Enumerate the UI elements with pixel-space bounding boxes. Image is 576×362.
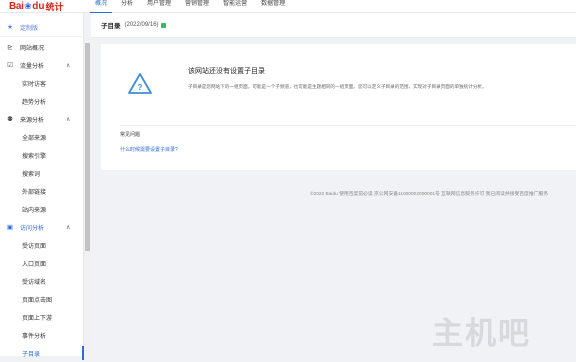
sidebar-item-label: 外部链接	[22, 189, 47, 196]
sidebar-item-label: 定制版	[20, 25, 39, 32]
sidebar-item-label: 网站概况	[20, 45, 45, 52]
sidebar-item-label: 趋势分析	[22, 99, 47, 106]
sidebar-item-entry-pages[interactable]: 入口页面	[0, 254, 84, 272]
sidebar-item-label: 受访域名	[22, 279, 47, 286]
sidebar-item-all-sources[interactable]: 全部来源	[0, 128, 84, 146]
sidebar-item-trend-analysis[interactable]: 趋势分析	[0, 92, 84, 110]
sidebar-item-label: 受访页面	[22, 243, 47, 250]
status-indicator	[160, 22, 166, 28]
sidebar-item-visited-pages[interactable]: 受访页面	[0, 236, 84, 254]
sidebar-divider	[0, 36, 84, 37]
sidebar-item-internal-sources[interactable]: 站内来源	[0, 200, 84, 218]
sidebar-item-external-links[interactable]: 外部链接	[0, 182, 84, 200]
page-title: 子目录	[101, 23, 121, 30]
traffic-icon: ☑	[7, 62, 13, 69]
logo-product-name: 统计	[45, 2, 64, 12]
sidebar-item-label: 实时访客	[22, 81, 47, 88]
sidebar-item-custom[interactable]: ★ 定制版	[0, 18, 84, 36]
sidebar-item-label: 页面上下游	[22, 315, 53, 322]
content-card: ? 该网站还没有设置子目录 子目录是您网站下的一组页面，可能是一个子频道，也可能…	[101, 44, 576, 170]
sidebar-group-source[interactable]: ⚉ 来源分析 ∧	[0, 110, 84, 128]
sidebar-item-visited-domains[interactable]: 受访域名	[0, 272, 84, 290]
sidebar-group-label: 访问分析	[20, 225, 45, 232]
svg-text:?: ?	[138, 83, 143, 92]
sidebar-item-event-analysis[interactable]: 事件分析	[0, 326, 84, 344]
top-bar: Bai ❀ du 统计 概况 分析 用户管理 营销管理 智能运营 数据管理	[0, 0, 576, 13]
sidebar-group-visit[interactable]: ▣ 访问分析 ∧	[0, 218, 84, 236]
sidebar-item-site-overview[interactable]: ⊵ 网站概况	[0, 38, 84, 56]
sidebar-group-traffic[interactable]: ☑ 流量分析 ∧	[0, 56, 84, 74]
nav-smart-operations[interactable]: 智能运营	[216, 0, 254, 13]
sidebar-item-subdirectory[interactable]: 子目录	[0, 344, 84, 362]
divider	[120, 125, 576, 126]
sidebar: ★ 定制版 ⊵ 网站概况 ☑ 流量分析 ∧ 实时访客 趋势分析 ⚉ 来源分析 ∧…	[0, 13, 84, 360]
visit-analysis-icon: ▣	[6, 224, 14, 231]
empty-state-description: 子目录是您网站下的一组页面，可能是一个子频道，也可能是主题相同的一组页面。您可以…	[188, 84, 487, 89]
sidebar-item-label: 页面点击图	[22, 297, 53, 304]
warning-triangle-icon: ?	[128, 73, 152, 94]
sidebar-item-search-engines[interactable]: 搜索引擎	[0, 146, 84, 164]
footer: ©2022 Baidu 使用百度前必读 京公网安备11000002000001号…	[310, 192, 549, 197]
baidu-tongji-logo[interactable]: Bai ❀ du 统计	[9, 0, 63, 13]
sidebar-item-label: 搜索引擎	[22, 153, 47, 160]
scrollbar-thumb[interactable]	[85, 43, 90, 251]
sidebar-item-search-terms[interactable]: 搜索词	[0, 164, 84, 182]
sidebar-group-label: 流量分析	[20, 63, 45, 70]
sidebar-scrollbar[interactable]	[84, 43, 91, 356]
sidebar-item-label: 站内来源	[22, 207, 47, 214]
sidebar-item-label: 事件分析	[22, 333, 47, 340]
sidebar-item-label: 子目录	[22, 351, 41, 358]
nav-data-management[interactable]: 数据管理	[254, 0, 292, 13]
source-icon: ⚉	[7, 116, 13, 123]
sidebar-item-page-click-map[interactable]: 页面点击图	[0, 290, 84, 308]
sidebar-item-realtime-visitors[interactable]: 实时访客	[0, 74, 84, 92]
faq-title: 常见问题	[120, 132, 141, 138]
top-navigation: 概况 分析 用户管理 营销管理 智能运营 数据管理	[88, 0, 292, 13]
watermark: 主机吧	[432, 316, 531, 352]
sidebar-item-label: 入口页面	[22, 261, 47, 268]
chevron-up-icon: ∧	[66, 116, 71, 123]
logo-text-du: du	[32, 1, 45, 12]
chart-icon: ⊵	[7, 44, 13, 51]
faq-link[interactable]: 什么时候需要设置子目录?	[120, 146, 178, 153]
chevron-up-icon: ∧	[66, 62, 71, 69]
logo-text-bai: Bai	[9, 1, 24, 12]
nav-marketing-management[interactable]: 营销管理	[178, 0, 216, 13]
sidebar-item-page-flow[interactable]: 页面上下游	[0, 308, 84, 326]
nav-analysis[interactable]: 分析	[114, 0, 140, 13]
baidu-paw-icon: ❀	[24, 1, 32, 11]
chevron-up-icon: ∧	[66, 224, 71, 231]
nav-user-management[interactable]: 用户管理	[140, 0, 178, 13]
page-header: 子目录 (2022/09/16)	[91, 13, 576, 38]
empty-state-title: 该网站还没有设置子目录	[188, 68, 265, 75]
sidebar-group-label: 来源分析	[20, 117, 45, 124]
star-icon: ★	[7, 24, 13, 31]
nav-overview[interactable]: 概况	[88, 0, 114, 13]
sidebar-item-label: 搜索词	[22, 171, 41, 178]
sidebar-item-label: 全部来源	[22, 135, 47, 142]
page-date: (2022/09/16)	[124, 22, 159, 28]
